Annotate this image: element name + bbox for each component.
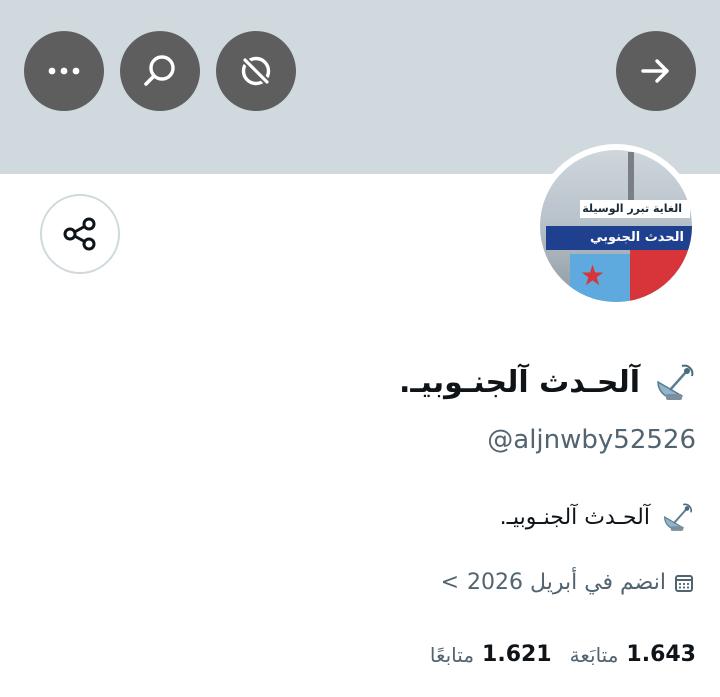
profile-avatar[interactable]: ★ الغاية تبرر الوسيلة الحدث الجنوبي — [534, 144, 698, 308]
back-button[interactable] — [616, 31, 696, 111]
avatar-flag-red — [630, 250, 692, 302]
circle-slash-icon — [241, 56, 271, 86]
satellite-dish-icon — [657, 364, 694, 400]
display-name: آلحـدث آلجنـوبيـ. — [399, 364, 640, 400]
calendar-icon — [675, 574, 693, 592]
search-button[interactable] — [120, 31, 200, 111]
display-name-row: آلحـدث آلجنـوبيـ. — [399, 360, 696, 404]
profile-handle: @aljnwby52526 — [487, 425, 696, 455]
avatar-caption-main: الحدث الجنوبي — [546, 226, 692, 250]
followers-stat[interactable]: 1.621 متابعًا — [430, 642, 552, 667]
bio-text: آلحـدث آلجنـوبيـ. — [499, 504, 650, 530]
profile-bio: آلحـدث آلجنـوبيـ. — [500, 500, 694, 534]
share-button[interactable] — [40, 194, 120, 274]
following-label: متابَعة — [569, 642, 619, 667]
search-icon — [144, 55, 175, 86]
more-button[interactable] — [24, 31, 104, 111]
following-stat[interactable]: 1.643 متابَعة — [570, 642, 696, 667]
satellite-dish-icon — [664, 503, 692, 531]
followers-count: 1.621 — [482, 642, 552, 667]
avatar-flag-pole — [628, 152, 634, 200]
followers-label: متابعًا — [429, 642, 475, 667]
avatar-caption-top: الغاية تبرر الوسيلة — [580, 200, 690, 218]
following-count: 1.643 — [626, 642, 696, 667]
chevron-left-icon: < — [440, 570, 460, 595]
joined-date: انضم في أبريل 2026 — [467, 570, 666, 595]
more-horizontal-icon — [48, 67, 80, 75]
profile-stats: 1.643 متابَعة 1.621 متابعًا — [430, 642, 696, 667]
arrow-right-icon — [641, 59, 669, 83]
joined-date-row[interactable]: < انضم في أبريل 2026 — [441, 570, 694, 595]
avatar-star-icon: ★ — [580, 259, 606, 292]
mute-button[interactable] — [216, 31, 296, 111]
avatar-image: ★ الغاية تبرر الوسيلة الحدث الجنوبي — [540, 150, 692, 302]
share-icon — [63, 217, 96, 251]
